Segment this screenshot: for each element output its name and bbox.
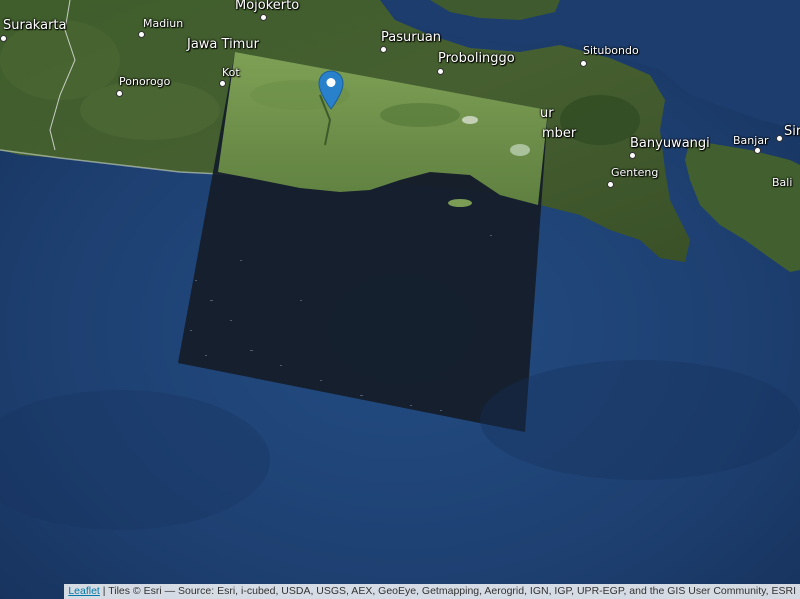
place-label-jember: mber [542, 126, 577, 141]
place-label-mojokerto: Mojokerto [235, 0, 300, 13]
leaflet-link[interactable]: Leaflet [68, 585, 100, 597]
place-label-ponorogo: Ponorogo [119, 75, 171, 88]
place-label-jawa-timur: Jawa Timur [187, 37, 259, 52]
city-dot-probolinggo [437, 68, 444, 75]
place-label-pasuruan: Pasuruan [381, 30, 442, 45]
place-label-banjar: Banjar [733, 134, 769, 147]
city-dot-madiun [138, 31, 145, 38]
city-dot-surakarta [0, 35, 7, 42]
place-label-jember-partial: ur [540, 106, 554, 121]
place-label-bali: Bali [772, 176, 793, 189]
city-dot-pasuruan [380, 46, 387, 53]
place-label-situbondo: Situbondo [583, 44, 639, 57]
place-label-surakarta: Surakarta [3, 18, 67, 33]
place-label-probolinggo: Probolinggo [438, 51, 515, 66]
city-dot-banyuwangi [629, 152, 636, 159]
place-label-banyuwangi: Banyuwangi [630, 136, 710, 151]
city-dot-kota [219, 80, 226, 87]
attribution-text: | Tiles © Esri — Source: Esri, i-cubed, … [99, 585, 796, 597]
city-dot-situbondo [580, 60, 587, 67]
place-label-madiun: Madiun [143, 17, 184, 30]
place-label-singaraja-partial: Sir [784, 124, 800, 139]
city-dot-banjar [754, 147, 761, 154]
city-dot-mojokerto [260, 14, 267, 21]
map-container[interactable]: Surakarta Madiun Mojokerto Jawa Timur Pa… [0, 0, 800, 599]
place-label-genteng: Genteng [611, 166, 659, 179]
map-pin-icon[interactable] [318, 70, 344, 110]
city-dot-genteng [607, 181, 614, 188]
map-attribution: Leaflet | Tiles © Esri — Source: Esri, i… [64, 584, 800, 599]
city-dot-ponorogo [116, 90, 123, 97]
city-dot-singaraja [776, 135, 783, 142]
place-label-kota: Kot [222, 66, 240, 79]
